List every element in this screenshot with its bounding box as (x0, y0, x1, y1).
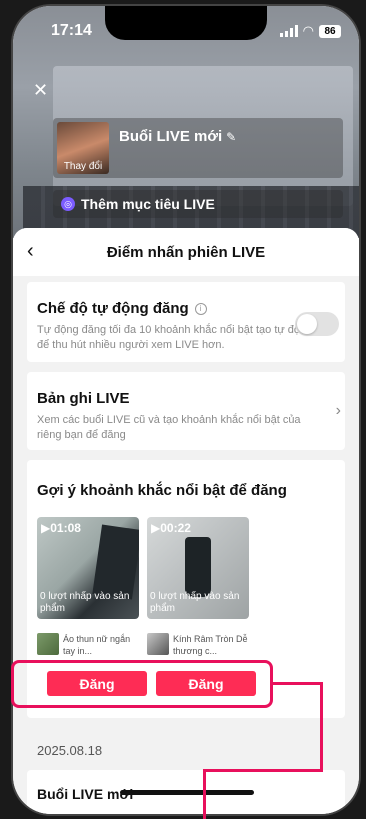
status-icons: ◠ 86 (279, 23, 341, 39)
live-title-text: Buổi LIVE mới (119, 128, 223, 145)
live-info-card: Thay đổi Buổi LIVE mới ✎ (53, 118, 343, 178)
product-thumbnail (147, 633, 169, 655)
highlights-sheet: ‹ Điểm nhấn phiên LIVE Chế độ tự động đă… (13, 228, 359, 814)
home-indicator (120, 790, 254, 795)
video-caption: 0 lượt nhấp vào sản phẩm (150, 591, 240, 614)
annotation-line (273, 682, 323, 685)
live-title[interactable]: Buổi LIVE mới ✎ (119, 128, 236, 145)
goal-icon: ◎ (61, 197, 75, 211)
signal-icon (279, 25, 298, 37)
product-name: Kính Râm Tròn Dễ thương c... (173, 634, 248, 656)
linked-products: Áo thun nữ ngắn tay in... Kính Râm Tròn … (37, 633, 335, 657)
cover-thumbnail[interactable]: Thay đổi (57, 122, 109, 174)
add-goal-button[interactable]: ◎ Thêm mục tiêu LIVE (53, 190, 343, 218)
notch (105, 6, 267, 40)
info-icon[interactable]: i (194, 302, 207, 315)
video-duration: ▶00:22 (151, 521, 191, 535)
toggle-knob (297, 314, 317, 334)
live-record-title: Bản ghi LIVE (37, 390, 130, 407)
wifi-icon: ◠ (302, 23, 314, 38)
video-frame-object (185, 537, 211, 597)
live-record-description: Xem các buổi LIVE cũ và tạo khoảnh khắc … (37, 414, 301, 441)
goal-label: Thêm mục tiêu LIVE (81, 196, 215, 212)
video-duration-text: 00:22 (160, 521, 191, 535)
product-item[interactable]: Kính Râm Tròn Dễ thương c... (147, 633, 249, 657)
session-date: 2025.08.18 (37, 742, 103, 758)
suggested-videos: ▶01:08 0 lượt nhấp vào sản phẩm ▶00:22 0… (37, 517, 335, 619)
video-caption: 0 lượt nhấp vào sản phẩm (40, 591, 130, 614)
auto-post-title-text: Chế độ tự động đăng (37, 300, 189, 317)
product-thumbnail (37, 633, 59, 655)
product-name: Áo thun nữ ngắn tay in... (63, 634, 131, 656)
annotation-highlight-box (11, 660, 273, 708)
pencil-icon: ✎ (226, 130, 237, 144)
status-time: 17:14 (51, 22, 92, 39)
annotation-line (203, 769, 206, 819)
video-frame-object (92, 524, 139, 600)
chevron-right-icon: › (335, 402, 341, 419)
product-item[interactable]: Áo thun nữ ngắn tay in... (37, 633, 139, 657)
close-icon[interactable]: ✕ (33, 80, 48, 101)
auto-post-toggle[interactable] (295, 312, 339, 336)
play-icon: ▶ (41, 521, 51, 535)
play-icon: ▶ (151, 521, 161, 535)
suggested-video[interactable]: ▶00:22 0 lượt nhấp vào sản phẩm (147, 517, 249, 619)
battery-icon: 86 (319, 24, 341, 38)
auto-post-description: Tự động đăng tối đa 10 khoảnh khắc nổi b… (37, 324, 313, 351)
video-duration: ▶01:08 (41, 521, 81, 535)
back-icon[interactable]: ‹ (27, 240, 34, 263)
sheet-title: Điểm nhấn phiên LIVE (106, 243, 266, 261)
change-cover-label: Thay đổi (63, 161, 103, 172)
suggestions-title: Gợi ý khoảnh khắc nổi bật để đăng (37, 482, 287, 499)
live-record-card[interactable]: Bản ghi LIVE Xem các buổi LIVE cũ và tạo… (27, 372, 345, 450)
sheet-header: ‹ Điểm nhấn phiên LIVE (13, 228, 359, 276)
auto-post-title: Chế độ tự động đăng i (37, 300, 335, 317)
annotation-line (320, 682, 323, 772)
suggested-video[interactable]: ▶01:08 0 lượt nhấp vào sản phẩm (37, 517, 139, 619)
auto-post-card: Chế độ tự động đăng i Tự động đăng tối đ… (27, 282, 345, 362)
video-duration-text: 01:08 (50, 521, 81, 535)
annotation-line (203, 769, 323, 772)
